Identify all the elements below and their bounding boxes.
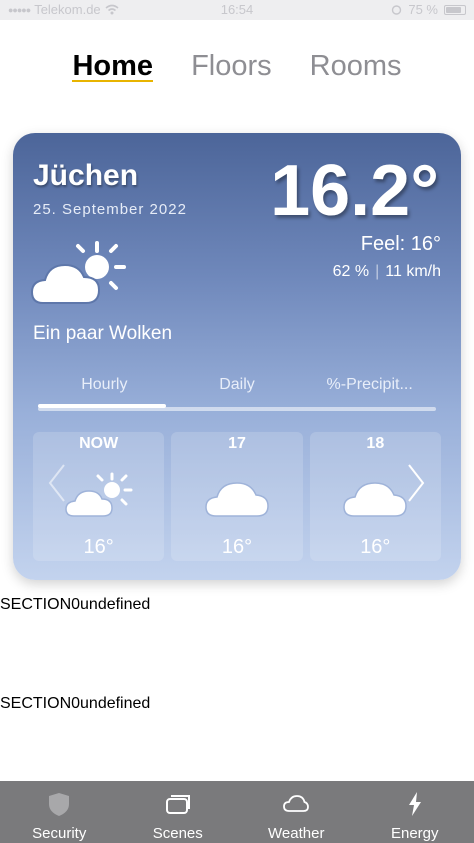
weather-condition: Ein paar Wolken: [33, 323, 173, 344]
tab-bar-label: Energy: [390, 825, 439, 842]
status-right: 75 %: [391, 2, 466, 17]
tab-bar-weather[interactable]: Weather: [237, 781, 356, 843]
hour-label: NOW: [79, 435, 119, 452]
hour-temperature: 16°: [83, 536, 114, 558]
section-placeholder: SECTION0undefined: [0, 596, 151, 613]
metrics-divider: |: [375, 263, 380, 280]
cloud-icon: [205, 482, 269, 517]
feels-like: Feel: 16°: [360, 233, 441, 255]
nav-tab-floors[interactable]: Floors: [191, 48, 272, 84]
nav-tab-home[interactable]: Home: [72, 48, 153, 84]
tab-daily[interactable]: Daily: [171, 373, 304, 411]
current-temperature: 16.2°: [270, 151, 439, 231]
bottom-tab-bar: Security Scenes Weather Energy: [0, 781, 474, 843]
hour-label: 18: [366, 435, 385, 452]
tab-bar-label: Weather: [268, 825, 325, 842]
humidity-value: 62 %: [332, 263, 370, 280]
hourly-forecast: NOW 16° 17 16° 18 16°: [33, 432, 441, 561]
weather-metrics: 62 % | 11 km/h: [333, 263, 441, 281]
wind-value: 11 km/h: [385, 263, 441, 280]
partly-cloudy-icon: [64, 472, 133, 517]
scenes-icon: [165, 795, 190, 814]
tab-precipitation[interactable]: %-Precipit...: [303, 373, 436, 411]
hourly-item: 17 16°: [171, 432, 303, 561]
lightning-icon: [408, 792, 421, 816]
tab-bar-label: Scenes: [152, 825, 203, 842]
hour-temperature: 16°: [360, 536, 391, 558]
weather-card: Jüchen 25. September 2022 16.2° Feel: 16…: [13, 133, 461, 580]
top-nav: Home Floors Rooms: [0, 48, 474, 88]
tab-bar-scenes[interactable]: Scenes: [119, 781, 238, 843]
weather-date: 25. September 2022: [33, 201, 187, 218]
status-bar: ●●●●● Telekom.de 16:54 75 %: [0, 0, 474, 20]
section-placeholder: SECTION0undefined: [0, 695, 151, 712]
battery-percent: 75 %: [408, 2, 438, 17]
alarm-icon: [392, 5, 402, 15]
nav-tab-rooms[interactable]: Rooms: [310, 48, 402, 84]
tab-bar-security[interactable]: Security: [0, 781, 119, 843]
cloud-icon: [343, 482, 408, 517]
partly-cloudy-icon: [31, 241, 126, 304]
city-name: Jüchen: [33, 159, 139, 192]
hour-label: 17: [228, 435, 246, 452]
cloud-icon: [283, 795, 310, 812]
battery-icon: [444, 4, 466, 15]
shield-icon: [49, 793, 70, 816]
tab-bar-label: Security: [32, 825, 87, 842]
chevron-right-icon[interactable]: [405, 463, 427, 503]
hour-temperature: 16°: [221, 536, 253, 558]
tabs-active-indicator: [38, 404, 166, 408]
chevron-left-icon[interactable]: [46, 463, 68, 503]
tab-bar-energy[interactable]: Energy: [356, 781, 474, 843]
